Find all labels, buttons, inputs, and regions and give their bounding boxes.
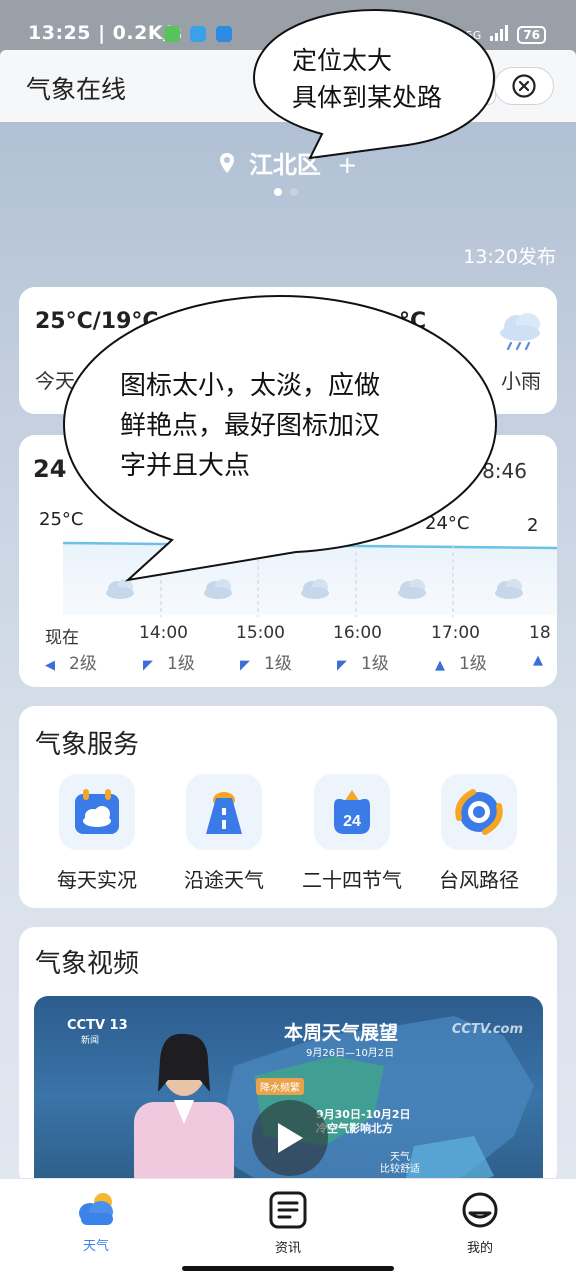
- svg-text:24: 24: [343, 813, 361, 830]
- wind-level: ◤ 1级: [337, 654, 389, 674]
- video-headline: 本周天气展望: [284, 1022, 399, 1044]
- road-icon: [186, 774, 262, 850]
- wind-direction-icon: ▲: [533, 653, 543, 668]
- service-label: 台风路径: [439, 868, 519, 892]
- service-daily-live[interactable]: 每天实况: [32, 774, 162, 893]
- page-dot-1[interactable]: [274, 188, 282, 196]
- service-label: 二十四节气: [302, 868, 402, 892]
- light-rain-icon: [495, 305, 545, 357]
- news-tab-icon: [269, 1191, 307, 1229]
- video-section-title: 气象视频: [35, 949, 140, 979]
- battery-icon: 76: [517, 26, 546, 44]
- page-title: 气象在线: [26, 75, 127, 104]
- hour-label: 现在: [45, 628, 79, 648]
- icon-note-text: 图标太小，太淡，应做 鲜艳点，最好图标加汉 字并且大点: [120, 371, 381, 481]
- wind-level: ◀ 2级: [45, 654, 97, 674]
- typhoon-icon: [441, 774, 517, 850]
- hour-label: 18: [529, 623, 551, 643]
- location-pin-icon: [219, 152, 235, 180]
- publish-time: 13:20发布: [463, 246, 556, 268]
- today-condition: 小雨: [501, 369, 541, 393]
- service-label: 沿途天气: [184, 868, 264, 892]
- tab-label: 我的: [466, 1241, 493, 1256]
- close-icon: [512, 74, 536, 98]
- tab-label: 天气: [82, 1239, 109, 1254]
- tab-label: 资讯: [274, 1241, 301, 1256]
- location-note-text: 定位太大 具体到某处路: [292, 46, 443, 112]
- bottom-navigation: 天气 资讯 我的: [0, 1178, 576, 1280]
- app-notification-icon: [190, 26, 206, 42]
- wind-direction-icon: ◀: [45, 658, 55, 673]
- hour-label: 16:00: [333, 623, 382, 643]
- wind-direction-icon: ◤: [337, 658, 347, 673]
- callout-icon-note: 图标太小，太淡，应做 鲜艳点，最好图标加汉 字并且大点: [60, 294, 500, 584]
- hour-label: 14:00: [139, 623, 188, 643]
- hour-label: 15:00: [236, 623, 285, 643]
- wind-level: ◤ 1级: [143, 654, 195, 674]
- calendar-cloud-icon: [59, 774, 135, 850]
- news-anchor-figure: [134, 1033, 234, 1196]
- wind-level: ▲: [533, 649, 557, 669]
- tab-weather[interactable]: 天气: [56, 1191, 136, 1254]
- service-solar-terms[interactable]: 24 二十四节气: [287, 774, 417, 893]
- wind-direction-icon: ◤: [240, 658, 250, 673]
- tab-news[interactable]: 资讯: [248, 1191, 328, 1256]
- telegram-icon: [216, 26, 232, 42]
- callout-location-note: 定位太大 具体到某处路: [250, 8, 500, 160]
- play-button[interactable]: [252, 1100, 328, 1176]
- close-button[interactable]: [494, 67, 554, 105]
- status-time: 13:25 | 0.2K/s: [28, 22, 183, 44]
- map-tag-rain: 降水频繁: [256, 1078, 304, 1095]
- service-typhoon-track[interactable]: 台风路径: [414, 774, 544, 893]
- weather-tab-icon: [79, 1193, 113, 1225]
- play-icon: [278, 1123, 303, 1153]
- wind-direction-icon: ◤: [143, 658, 153, 673]
- solar-term-24-icon: 24: [314, 774, 390, 850]
- wechat-icon: [164, 26, 180, 42]
- temp-label-right-partial: 2: [527, 515, 539, 536]
- video-watermark: CCTV.com: [451, 1022, 523, 1037]
- hour-label: 17:00: [431, 623, 480, 643]
- profile-tab-icon: [462, 1192, 498, 1228]
- service-label: 每天实况: [57, 868, 137, 892]
- wind-level: ◤ 1级: [240, 654, 292, 674]
- weather-video-card: 气象视频 CCTV 13 新闻 本周天气展望 9月26日—10月2日 CCTV.…: [19, 927, 557, 1196]
- home-indicator[interactable]: [182, 1266, 394, 1271]
- video-thumbnail[interactable]: CCTV 13 新闻 本周天气展望 9月26日—10月2日 CCTV.com 降…: [34, 996, 543, 1196]
- service-route-weather[interactable]: 沿途天气: [159, 774, 289, 893]
- map-tag-pleasant: 天气 比较舒适: [380, 1152, 420, 1175]
- page-dot-2[interactable]: [290, 188, 298, 196]
- channel-logo: CCTV 13 新闻: [67, 1018, 128, 1046]
- video-date-range: 9月26日—10月2日: [306, 1048, 395, 1059]
- wind-direction-icon: ▲: [435, 658, 445, 673]
- services-title: 气象服务: [35, 730, 140, 760]
- wind-level: ▲ 1级: [435, 654, 487, 674]
- weather-services-card: 气象服务 每天实况 沿途天气 24 二十四节气 台风路径: [19, 706, 557, 908]
- page-indicator: [274, 188, 298, 196]
- tab-profile[interactable]: 我的: [440, 1191, 520, 1256]
